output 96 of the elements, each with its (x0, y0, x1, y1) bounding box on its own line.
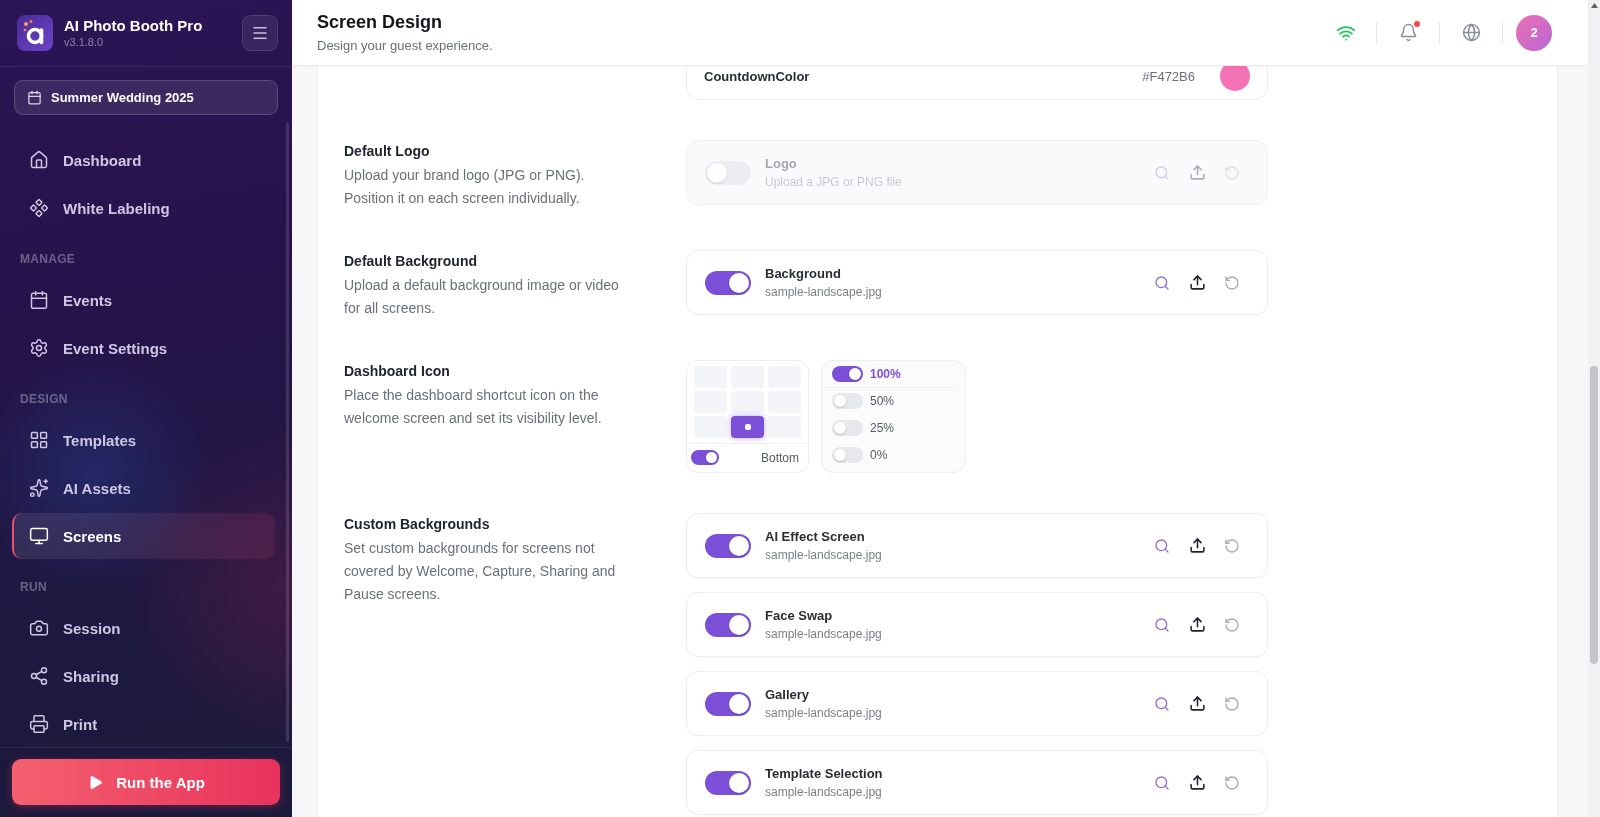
scrollbar-thumb[interactable] (1590, 366, 1598, 664)
search-icon (1154, 695, 1170, 712)
section-description: Set custom backgrounds for screens not covered by Welcome, Capture, Sharing and Pause screens. (344, 539, 617, 604)
upload-icon (1188, 616, 1206, 633)
toggle-switch[interactable] (705, 533, 751, 558)
section-description: Place the dashboard shortcut icon on the welcome screen and set its visibility level. (344, 386, 603, 428)
calendar-icon (29, 290, 49, 310)
counterclockwise-arrow-icon (1224, 164, 1240, 181)
counterclockwise-arrow-icon (1224, 695, 1240, 712)
position-cell[interactable] (731, 391, 764, 413)
printer-icon (29, 714, 49, 734)
scroll-up-arrow-icon[interactable] (1590, 3, 1598, 8)
language-button[interactable] (1460, 21, 1482, 44)
search-icon (1154, 274, 1170, 291)
nav-item[interactable]: White Labeling (12, 185, 275, 231)
toggle-switch[interactable] (705, 770, 751, 795)
section-title: Default Logo (344, 142, 431, 161)
upload-title: Face Swap (765, 607, 834, 624)
search-icon (1154, 537, 1170, 554)
house-icon (29, 150, 49, 170)
nav-section-heading: RUN (19, 579, 47, 595)
toggle-switch[interactable] (705, 160, 751, 185)
section-title: Default Background (344, 252, 478, 271)
nav-item[interactable]: Event Settings (12, 325, 275, 371)
visibility-label: 100% (870, 367, 901, 381)
color-swatch-icon[interactable] (1220, 66, 1250, 91)
upload-title: AI Effect Screen (765, 528, 866, 545)
file-name: sample-landscape.jpg (765, 705, 882, 721)
nav-item[interactable]: Dashboard (12, 137, 275, 183)
nav-item[interactable]: Screens (12, 513, 275, 559)
nav-section-heading: MANAGE (19, 251, 76, 267)
upload-title: Template Selection (765, 765, 883, 782)
upload-icon (1188, 274, 1206, 291)
upload-icon (1188, 164, 1206, 181)
globe-icon (1461, 23, 1481, 42)
search-icon (1154, 774, 1170, 791)
upload-icon (1188, 774, 1206, 791)
color-value: #F472B6 (1142, 68, 1195, 84)
toggle-switch[interactable] (691, 450, 719, 465)
diamonds-icon (29, 198, 49, 218)
counterclockwise-arrow-icon (1224, 274, 1240, 291)
nav-item[interactable]: Events (12, 277, 275, 323)
nav-item[interactable]: Sharing (12, 653, 275, 699)
nav-section-heading: DESIGN (19, 391, 68, 407)
file-name: sample-landscape.jpg (765, 626, 882, 642)
settings-icon (29, 338, 49, 358)
event-selector[interactable]: Summer Wedding 2025 (14, 80, 278, 115)
toggle-switch[interactable] (705, 612, 751, 637)
camera-icon (29, 618, 49, 638)
page-subtitle: Design your guest experience. (317, 37, 493, 54)
visibility-label: 0% (870, 448, 888, 462)
calendar-icon (27, 90, 42, 105)
toggle-switch[interactable] (832, 420, 863, 436)
counterclockwise-arrow-icon (1224, 774, 1240, 791)
section-description: Upload your brand logo (JPG or PNG). Position it on each screen individually. (344, 166, 586, 208)
setting-label: CountdownColor (704, 68, 810, 84)
toggle-switch[interactable] (705, 691, 751, 716)
section-title: Dashboard Icon (344, 362, 451, 381)
position-label: Bottom (761, 450, 799, 465)
section-title: Custom Backgrounds (344, 515, 491, 534)
app-version: v3.1.8.0 (64, 35, 105, 49)
upload-icon (1188, 537, 1206, 554)
app-name: AI Photo Booth Pro (64, 17, 203, 35)
toggle-switch[interactable] (832, 366, 863, 382)
nav-item[interactable]: Print (12, 701, 275, 747)
upload-title: Logo (765, 155, 798, 172)
app-logo-icon (17, 15, 53, 51)
upload-title: Gallery (765, 686, 811, 703)
upload-icon (1188, 695, 1206, 712)
counterclockwise-arrow-icon (1224, 537, 1240, 554)
nav-item[interactable]: Session (12, 605, 275, 651)
position-cell[interactable] (731, 416, 764, 438)
search-icon (1154, 164, 1170, 181)
toggle-switch[interactable] (832, 393, 863, 409)
nav-item[interactable]: Templates (12, 417, 275, 463)
visibility-label: 50% (870, 394, 895, 408)
file-name: sample-landscape.jpg (765, 284, 882, 300)
toggle-switch[interactable] (705, 270, 751, 295)
toggle-switch[interactable] (832, 447, 863, 463)
section-description: Upload a default background image or video for all screens. (344, 276, 620, 318)
file-name: sample-landscape.jpg (765, 547, 882, 563)
sparkles-icon (29, 478, 49, 498)
nav-item[interactable]: AI Assets (12, 465, 275, 511)
search-icon (1154, 616, 1170, 633)
menu-button[interactable] (242, 15, 278, 51)
counterclockwise-arrow-icon (1224, 616, 1240, 633)
file-name: sample-landscape.jpg (765, 784, 883, 800)
visibility-label: 25% (870, 421, 895, 435)
grid-icon (29, 430, 49, 450)
monitor-icon (29, 526, 49, 546)
bell-icon (1398, 23, 1418, 42)
page-title: Screen Design (317, 11, 444, 33)
upload-title: Background (765, 265, 842, 282)
share-icon (29, 666, 49, 686)
run-app-button[interactable]: Run the App (12, 759, 280, 805)
menu-icon (251, 24, 269, 42)
